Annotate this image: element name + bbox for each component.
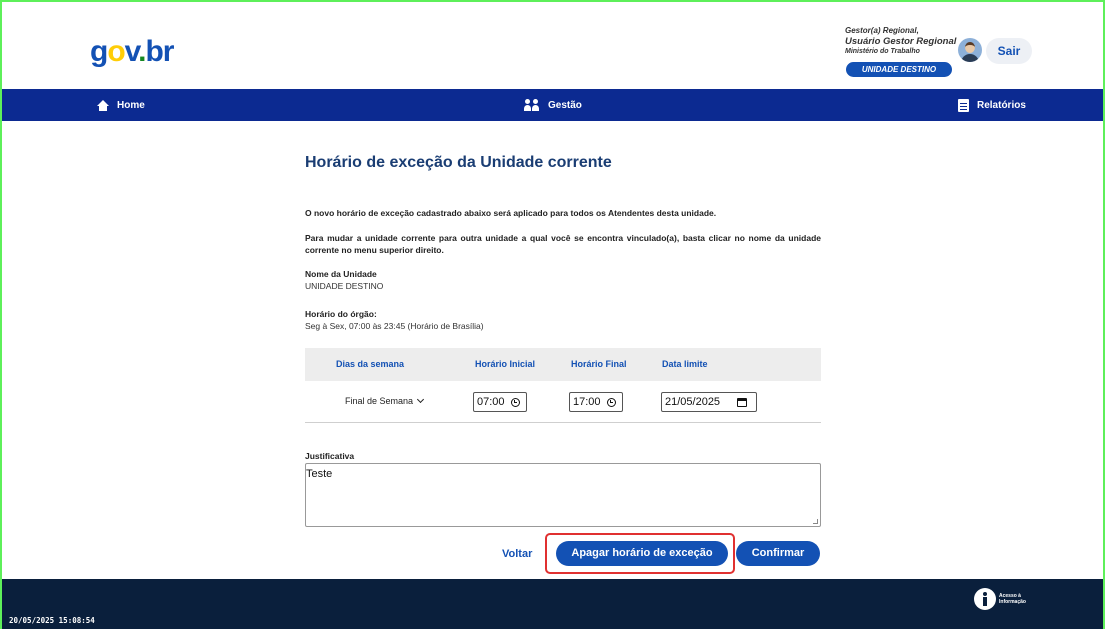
hours-value: Seg à Sex, 07:00 às 23:45 (Horário de Br…	[305, 321, 484, 331]
unit-name-value: UNIDADE DESTINO	[305, 281, 384, 291]
user-org: Ministério do Trabalho	[845, 48, 920, 55]
nav-gestao-label: Gestão	[548, 99, 582, 111]
column-header-date: Data limite	[662, 359, 708, 369]
start-time-value: 07:00	[477, 396, 505, 408]
avatar	[958, 38, 982, 62]
notice-text: O novo horário de exceção cadastrado aba…	[305, 208, 717, 218]
days-select[interactable]: Final de Semana	[345, 395, 425, 406]
calendar-icon[interactable]	[737, 397, 748, 407]
chevron-down-icon	[417, 395, 425, 404]
justification-value: Teste	[306, 468, 333, 480]
instructions-text: Para mudar a unidade corrente para outra…	[305, 233, 821, 255]
resize-handle[interactable]	[813, 519, 818, 524]
row-divider	[305, 422, 821, 423]
date-limit-input[interactable]: 21/05/2025	[661, 392, 757, 412]
nav-item-home[interactable]: Home	[96, 89, 145, 121]
document-icon	[958, 98, 969, 112]
site-footer: 20/05/2025 15:08:54 Acesso à Informação	[2, 579, 1103, 629]
date-limit-value: 21/05/2025	[665, 396, 721, 408]
main-nav: Home Gestão Relatórios	[2, 89, 1103, 121]
clock-icon[interactable]	[510, 397, 520, 407]
column-header-days: Dias da semana	[336, 359, 405, 369]
timestamp: 20/05/2025 15:08:54	[9, 616, 95, 625]
current-unit-button[interactable]: UNIDADE DESTINO	[846, 62, 952, 77]
confirm-button[interactable]: Confirmar	[736, 541, 820, 566]
end-time-value: 17:00	[573, 396, 601, 408]
end-time-input[interactable]: 17:00	[569, 392, 623, 412]
column-header-end: Horário Final	[571, 359, 627, 369]
acesso-line2: Informação	[999, 599, 1026, 605]
page-title: Horário de exceção da Unidade corrente	[305, 154, 612, 171]
user-info: Gestor(a) Regional, Usuário Gestor Regio…	[845, 26, 960, 57]
start-time-input[interactable]: 07:00	[473, 392, 527, 412]
delete-exception-button[interactable]: Apagar horário de exceção	[556, 541, 728, 566]
nav-item-gestao[interactable]: Gestão	[524, 89, 582, 121]
nav-home-label: Home	[117, 99, 145, 111]
home-icon	[96, 99, 109, 111]
justification-textarea[interactable]: Teste	[305, 463, 821, 527]
people-icon	[524, 99, 540, 111]
acesso-informacao-link[interactable]: Acesso à Informação	[974, 588, 1029, 610]
info-icon	[974, 588, 996, 610]
unit-name-label: Nome da Unidade	[305, 269, 377, 279]
hours-label: Horário do órgão:	[305, 309, 377, 319]
justification-label: Justificativa	[305, 451, 355, 461]
gov-br-logo[interactable]: gov.br	[90, 35, 174, 69]
table-header: Dias da semana Horário Inicial Horário F…	[305, 348, 821, 381]
nav-relatorios-label: Relatórios	[977, 99, 1026, 111]
user-name: Usuário Gestor Regional	[845, 36, 957, 47]
days-select-value: Final de Semana	[345, 396, 414, 406]
column-header-start: Horário Inicial	[475, 359, 536, 369]
user-role: Gestor(a) Regional,	[845, 26, 919, 35]
logout-button[interactable]: Sair	[986, 38, 1032, 64]
clock-icon[interactable]	[606, 397, 616, 407]
back-button[interactable]: Voltar	[502, 543, 532, 565]
nav-item-relatorios[interactable]: Relatórios	[958, 89, 1026, 121]
